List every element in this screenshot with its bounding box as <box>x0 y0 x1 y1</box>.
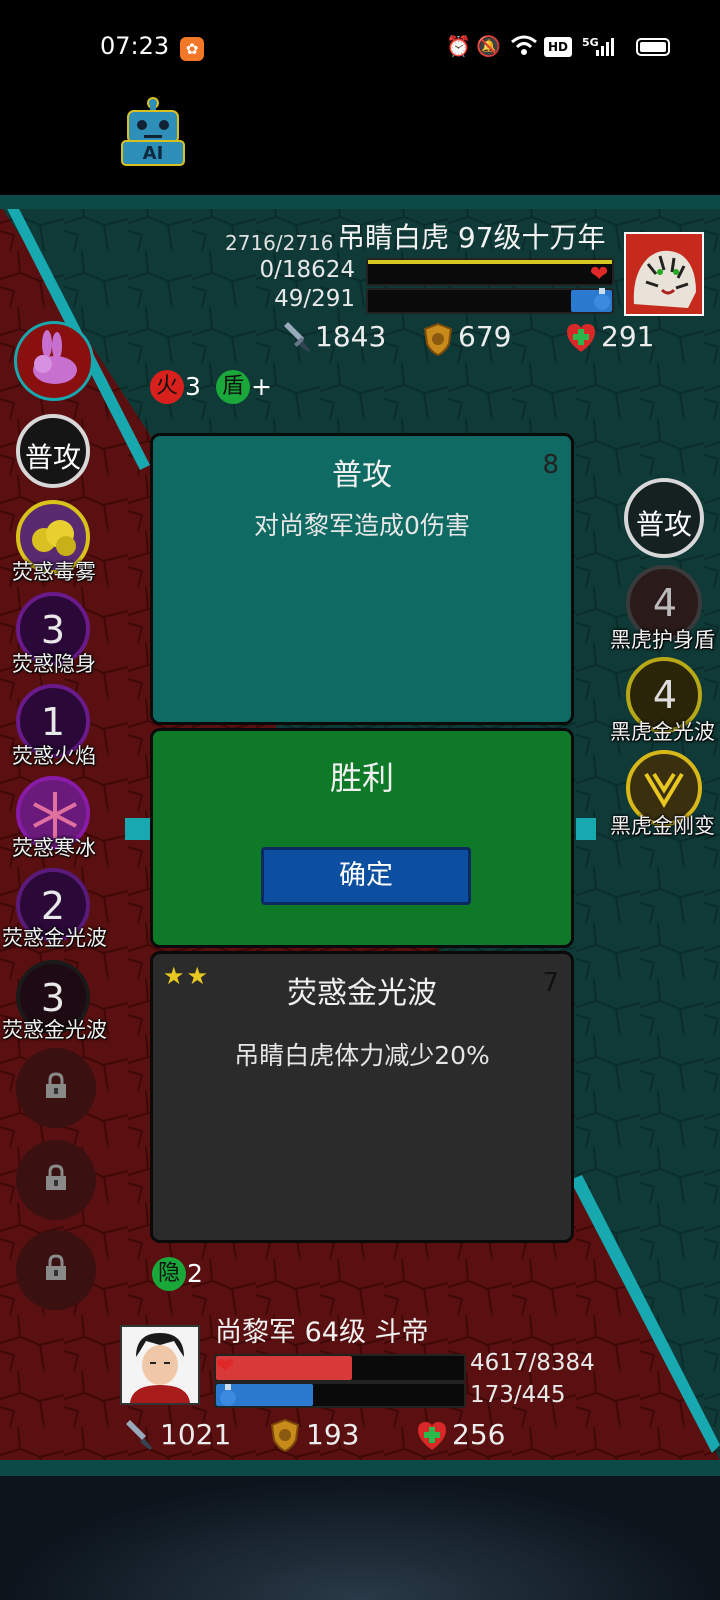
result-title: 胜利 <box>329 759 394 797</box>
wifi-icon <box>510 34 538 61</box>
skill-card: ★★ 荧惑金光波 7 吊睛白虎体力减少20% <box>150 951 574 1243</box>
stealth-buff-icon: 隐 <box>152 1257 186 1291</box>
skill-cooldown: 3 <box>40 608 66 652</box>
card-description: 对尚黎军造成0伤害 <box>254 511 470 540</box>
player-mp-text: 173/445 <box>470 1382 566 1408</box>
signal-5g-icon <box>590 36 616 62</box>
field-marker <box>125 818 151 840</box>
enemy-heal: 291 <box>601 320 655 353</box>
confirm-button[interactable]: 确定 <box>261 847 471 905</box>
skill-label: 普攻 <box>24 441 81 474</box>
hd-icon: HD <box>544 37 572 57</box>
enemy-mp-text: 49/291 <box>274 286 355 312</box>
player-heal: 256 <box>452 1418 506 1451</box>
shield-buff-icon: 盾 <box>216 370 250 404</box>
player-hp-fill <box>216 1356 353 1380</box>
skill-label: 荧惑金光波 <box>2 926 107 950</box>
skill-label: 黑虎金光波 <box>610 720 715 744</box>
skill-normal-attack[interactable]: 普攻 <box>16 414 90 488</box>
battery-icon <box>636 38 670 56</box>
player-name: 尚黎军 64级 斗帝 <box>215 1317 429 1348</box>
fire-buff-icon: 火 <box>150 370 184 404</box>
status-bar: 07:23 ✿ ⏰ 🔕 HD 5G <box>0 0 720 95</box>
shield-icon <box>423 322 453 360</box>
enemy-rage-text: 0/18624 <box>259 257 355 283</box>
stealth-buff-value: 2 <box>187 1259 203 1288</box>
enemy-name: 吊睛白虎 97级十万年 <box>337 221 606 254</box>
hero-avatar-icon <box>122 1327 198 1403</box>
potion-icon <box>218 1384 238 1406</box>
potion-icon <box>592 288 612 310</box>
lock-icon <box>46 1254 66 1280</box>
ai-label: AI <box>142 143 164 164</box>
locked-skill-slot[interactable] <box>16 1048 96 1128</box>
player-hp-text: 4617/8384 <box>470 1350 595 1376</box>
poison-fog-icon <box>32 520 76 556</box>
enemy-mp-bar <box>366 288 614 314</box>
player-defense: 193 <box>306 1418 360 1451</box>
sword-icon <box>122 1420 154 1456</box>
enemy-defense: 679 <box>458 320 512 353</box>
skill-label: 荧惑毒雾 <box>12 560 96 584</box>
field-marker <box>576 818 596 840</box>
shield-icon <box>270 1418 300 1456</box>
skill-cooldown: 4 <box>652 673 678 717</box>
player-portrait[interactable] <box>120 1325 200 1405</box>
alarm-icon: ⏰ <box>446 34 471 58</box>
card-number: 8 <box>542 450 559 480</box>
lock-icon <box>46 1164 66 1190</box>
pet-rabbit-button[interactable] <box>14 321 94 401</box>
heart-icon: ❤ <box>590 262 609 287</box>
skill-label: 荧惑火焰 <box>12 744 96 768</box>
mute-icon: 🔕 <box>476 34 501 58</box>
card-description: 吊睛白虎体力减少20% <box>234 1041 490 1070</box>
attack-card: 普攻 8 对尚黎军造成0伤害 <box>150 433 574 725</box>
skill-cooldown: 1 <box>40 700 66 744</box>
fire-buff-value: 3 <box>185 372 201 401</box>
player-hp-bar <box>214 1354 466 1382</box>
player-mp-bar <box>214 1382 466 1408</box>
app-notification-icon: ✿ <box>180 37 204 61</box>
status-time: 07:23 <box>100 32 170 60</box>
heal-cross-icon <box>565 322 597 358</box>
shield-buff-value: + <box>251 372 272 401</box>
heal-cross-icon <box>416 1420 448 1456</box>
locked-skill-slot[interactable] <box>16 1140 96 1220</box>
rabbit-icon <box>33 330 77 384</box>
enemy-attack: 1843 <box>315 320 387 353</box>
field-bottom-rim <box>0 1460 720 1476</box>
background-sky <box>0 1476 720 1600</box>
enemy-hp-text: 2716/2716 <box>225 231 334 255</box>
result-dialog: 胜利 确定 <box>150 728 574 948</box>
card-title: 荧惑金光波 <box>287 976 437 1011</box>
skill-label: 荧惑寒冰 <box>12 836 96 860</box>
enemy-hp-line <box>368 260 612 264</box>
skill-label: 黑虎金刚变 <box>610 814 715 838</box>
sword-icon <box>280 322 312 358</box>
player-attack: 1021 <box>160 1418 232 1451</box>
skill-label: 荧惑隐身 <box>12 652 96 676</box>
skill-label: 普攻 <box>635 508 692 541</box>
lock-icon <box>46 1072 66 1098</box>
skill-label: 荧惑金光波 <box>2 1018 107 1042</box>
skill-cooldown: 4 <box>652 581 678 625</box>
locked-skill-slot[interactable] <box>16 1230 96 1310</box>
ai-button[interactable]: AI <box>120 97 186 167</box>
skill-label: 黑虎护身盾 <box>610 628 715 652</box>
enemy-rage-bar <box>366 258 614 286</box>
card-title: 普攻 <box>332 458 392 493</box>
white-tiger-icon <box>626 234 702 314</box>
enemy-portrait[interactable] <box>624 232 704 316</box>
heart-icon: ❤ <box>216 1354 235 1379</box>
card-number: 7 <box>542 968 559 998</box>
enemy-skill-normal-attack[interactable]: 普攻 <box>624 478 704 558</box>
diamond-transform-icon <box>644 772 684 808</box>
field-top-rim <box>0 195 720 209</box>
